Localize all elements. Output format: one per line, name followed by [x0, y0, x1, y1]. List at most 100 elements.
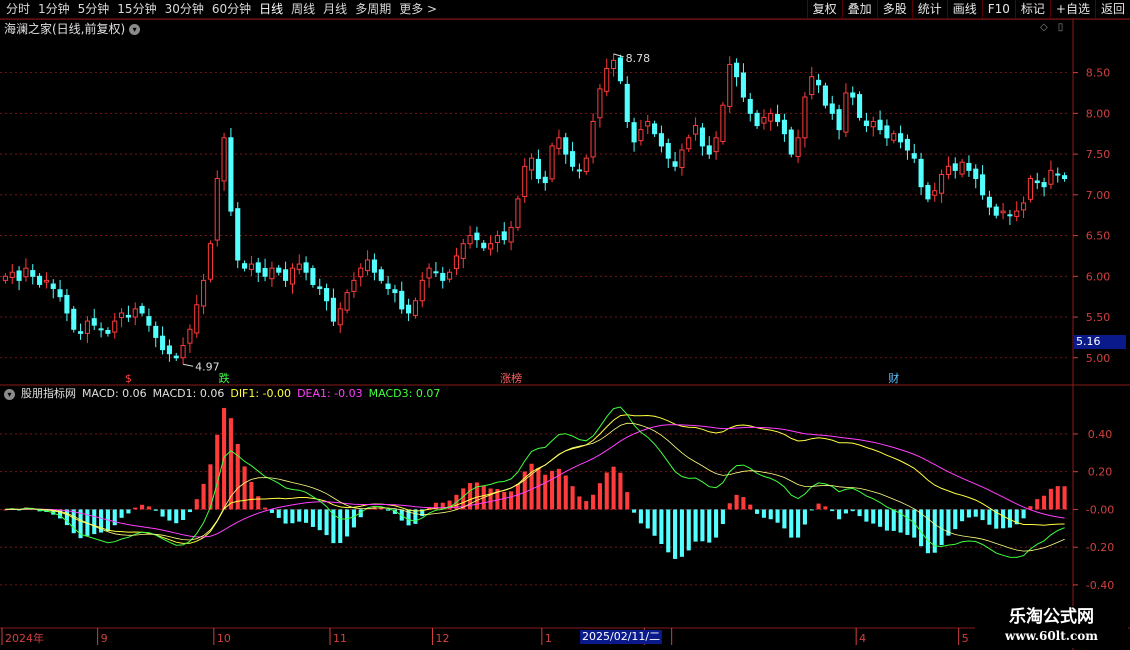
candle-body-148: [1014, 210, 1020, 217]
macd-bar-82: [563, 475, 568, 510]
candle-body-26: [180, 345, 186, 359]
candle-body-45: [310, 268, 316, 285]
high-marker-line: [613, 53, 624, 58]
candle-body-67: [460, 243, 466, 259]
macd-bar-50: [345, 509, 350, 537]
time-label-2: 10: [217, 632, 231, 645]
candle-body-8: [57, 289, 63, 298]
macd-bar-84: [577, 496, 582, 510]
candle-body-133: [911, 153, 917, 159]
candle-body-32: [221, 137, 227, 182]
candle-body-143: [980, 174, 986, 196]
candle-body-124: [850, 92, 856, 98]
candle-body-118: [809, 76, 815, 96]
candle-body-79: [542, 176, 548, 184]
candle-body-83: [570, 151, 576, 167]
macd-bar-80: [550, 470, 555, 510]
macd-bar-116: [796, 509, 801, 538]
candle-body-47: [324, 288, 330, 302]
macd-bar-89: [611, 466, 616, 510]
candle-body-139: [952, 163, 958, 171]
macd-bar-154: [1055, 486, 1060, 510]
candle-body-123: [843, 92, 849, 133]
macd-bar-124: [850, 509, 855, 512]
candle-body-6: [43, 279, 49, 283]
macd-bar-144: [987, 509, 992, 525]
macd-bar-43: [297, 509, 302, 522]
macd-bar-35: [242, 466, 247, 510]
chart-canvas[interactable]: 5.00 5.50 6.00 6.50 7.00 7.50 8.00 8.50 8.78 4.97…: [0, 0, 1130, 650]
candle-body-15: [105, 329, 111, 334]
macd-bar-117: [802, 509, 807, 525]
macd-bar-71: [488, 488, 493, 510]
macd-bar-26: [181, 509, 186, 521]
indicator-value-2: DIF1: -0.00: [230, 387, 292, 400]
time-label-0: 2024年: [5, 631, 44, 645]
candle-body-30: [207, 243, 213, 280]
candle-body-68: [467, 235, 473, 245]
indicator-value-4: MACD3: 0.07: [368, 387, 441, 400]
macd-bar-115: [789, 509, 794, 538]
macd-bar-44: [304, 509, 309, 523]
candle-body-119: [816, 79, 822, 86]
macd-bar-20: [140, 504, 145, 510]
macd-bar-98: [673, 509, 678, 559]
candle-body-131: [898, 133, 904, 143]
candle-body-121: [829, 103, 835, 114]
macd-y-tick-label-4: -0.40: [1086, 579, 1114, 592]
chevron-down-icon[interactable]: ▾: [4, 388, 15, 400]
indicator-values: MACD: 0.06 MACD1: 0.06 DIF1: -0.00 DEA1: -0…: [82, 387, 440, 401]
macd-bar-105: [720, 509, 725, 524]
candle-body-129: [884, 125, 890, 139]
candle-body-128: [877, 119, 883, 131]
candle-body-95: [652, 123, 658, 135]
macd-bar-56: [386, 509, 391, 511]
candle-body-101: [693, 125, 699, 135]
macd-bar-17: [119, 509, 124, 518]
macd-bar-49: [338, 509, 343, 543]
macd-bar-125: [857, 509, 862, 517]
macd-bar-22: [153, 509, 158, 511]
macd-bar-42: [290, 509, 295, 524]
macd-bar-103: [707, 509, 712, 543]
candle-body-70: [481, 242, 487, 249]
candle-body-2: [16, 270, 22, 281]
event-marker-3: 财: [888, 371, 899, 385]
macd-y-tick-label-3: -0.20: [1086, 541, 1114, 554]
macd-bar-38: [263, 507, 268, 510]
macd-bar-114: [782, 509, 787, 529]
candle-body-78: [535, 158, 541, 180]
candle-body-107: [734, 62, 740, 78]
candle-body-76: [522, 165, 528, 197]
candle-body-96: [658, 133, 664, 147]
candle-body-43: [296, 263, 302, 270]
time-label-5: 1: [545, 632, 552, 645]
macd-bar-73: [502, 491, 507, 510]
macd-bar-155: [1062, 486, 1067, 510]
macd-bar-149: [1021, 509, 1026, 519]
candle-body-41: [283, 269, 289, 281]
candle-body-149: [1021, 202, 1027, 211]
candle-body-46: [317, 286, 323, 290]
candle-body-112: [768, 112, 774, 122]
macd-bar-47: [324, 509, 329, 536]
macd-bar-60: [413, 509, 418, 524]
candle-body-28: [194, 304, 200, 334]
candle-body-42: [289, 267, 295, 285]
candle-body-13: [91, 318, 97, 326]
macd-bar-79: [543, 474, 548, 510]
candle-body-59: [406, 304, 412, 314]
macd-bar-109: [748, 504, 753, 510]
candle-body-137: [939, 173, 945, 194]
macd-bar-87: [597, 483, 602, 510]
candle-body-105: [720, 104, 726, 142]
candle-body-58: [399, 290, 405, 310]
candle-body-35: [242, 263, 248, 269]
candle-body-61: [419, 279, 425, 302]
macd-y-tick-label-0: 0.40: [1088, 428, 1113, 441]
low-price-label: 4.97: [195, 360, 220, 373]
macd-bar-51: [351, 509, 356, 528]
candle-body-86: [590, 120, 596, 158]
indicator-value-3: DEA1: -0.03: [297, 387, 363, 400]
event-marker-2: 涨榜: [500, 371, 522, 385]
